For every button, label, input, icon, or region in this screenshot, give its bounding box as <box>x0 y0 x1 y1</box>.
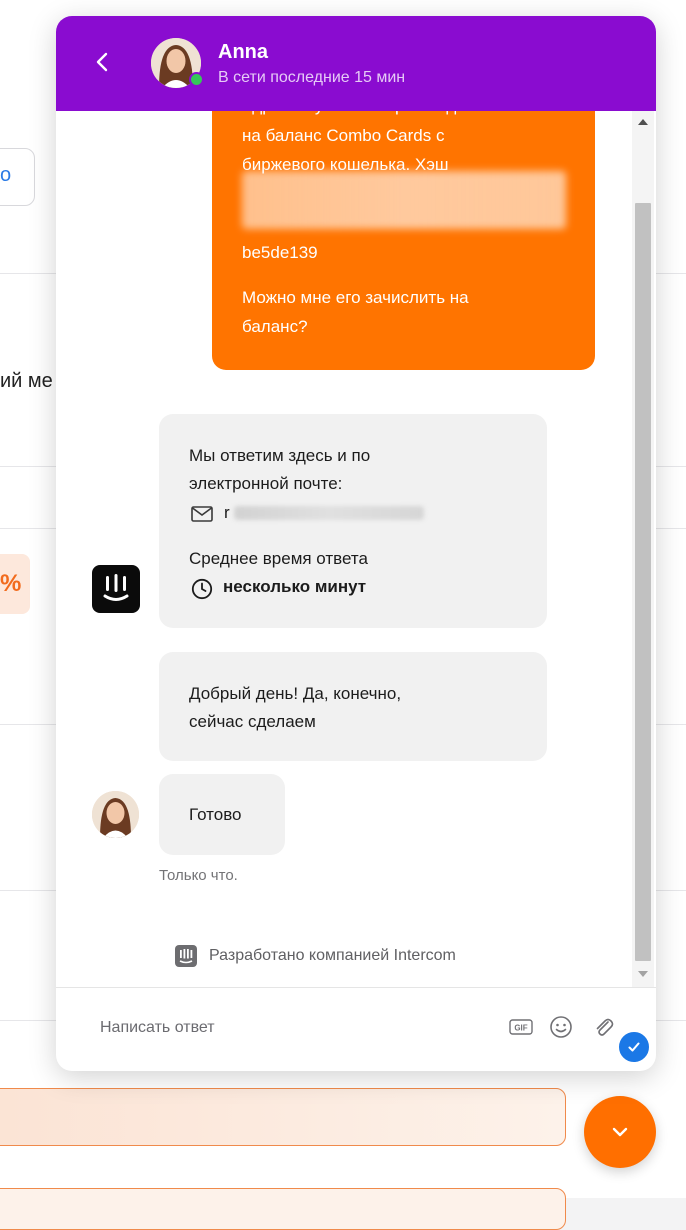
message-timestamp: Только что. <box>159 867 238 884</box>
scroll-down-arrow-icon[interactable] <box>638 971 648 977</box>
attach-button[interactable] <box>590 1014 616 1040</box>
agent-name: Anna <box>218 41 268 63</box>
message-text: Мы ответим здесь и по <box>189 446 371 465</box>
avg-response-label: Среднее время ответа <box>189 549 368 568</box>
message-text: баланс? <box>242 317 308 336</box>
agent-avatar <box>92 791 139 838</box>
background-percent-badge: % <box>0 554 30 614</box>
message-text: Готово <box>189 805 242 824</box>
bot-reply-card: Мы ответим здесь и по электронной почте:… <box>159 414 547 628</box>
message-text: сейчас сделаем <box>189 712 316 731</box>
agent-status: В сети последние 15 мин <box>218 69 406 86</box>
smiley-icon <box>550 1016 572 1038</box>
svg-text:GIF: GIF <box>514 1024 527 1033</box>
composer-divider <box>56 987 656 988</box>
chevron-down-icon <box>612 1127 628 1137</box>
background-orange-field <box>0 1088 566 1146</box>
emoji-button[interactable] <box>548 1014 574 1040</box>
message-text: be5de139 <box>242 243 318 262</box>
background-orange-field <box>0 1188 566 1230</box>
message-text: электронной почте: <box>189 474 343 493</box>
message-text: на баланс Combo Cards с <box>242 126 445 145</box>
reply-input[interactable] <box>98 1012 492 1044</box>
mail-icon <box>191 506 213 527</box>
check-icon <box>628 1042 640 1052</box>
redacted-hash <box>242 171 566 229</box>
online-status-dot <box>189 72 204 87</box>
messenger-launcher-button[interactable] <box>584 1096 656 1168</box>
scroll-up-arrow-icon[interactable] <box>638 119 648 125</box>
check-badge <box>617 1030 651 1064</box>
agent-message-bubble: Добрый день! Да, конечно, сейчас сделаем <box>159 652 547 761</box>
background-partial-text: ий ме <box>0 370 53 392</box>
email-prefix: r <box>224 503 230 522</box>
gif-button[interactable]: GIF <box>508 1014 534 1040</box>
clock-icon <box>191 578 213 605</box>
chat-header: Anna В сети последние 15 мин <box>56 16 656 111</box>
scrollbar-thumb[interactable] <box>635 203 651 961</box>
chevron-left-icon <box>96 52 108 72</box>
message-text: Добрый день! Да, конечно, <box>189 684 402 703</box>
avg-response-value: несколько минут <box>223 577 367 596</box>
gif-icon: GIF <box>509 1019 533 1035</box>
chat-widget: Здравствуйте. Я перевел деньги на баланс… <box>56 16 656 1071</box>
user-message-bubble: Здравствуйте. Я перевел деньги на баланс… <box>212 111 595 370</box>
message-text: Можно мне его зачислить на <box>242 288 469 307</box>
powered-by-text: Разработано компанией Intercom <box>209 947 456 964</box>
paperclip-icon <box>596 1018 614 1036</box>
intercom-bot-avatar <box>92 565 140 613</box>
percent-icon: % <box>0 570 22 597</box>
intercom-logo-icon <box>175 945 197 967</box>
scrollbar[interactable] <box>632 111 654 987</box>
agent-message-bubble: Готово <box>159 774 285 855</box>
powered-by-intercom-link[interactable]: Разработано компанией Intercom <box>175 945 456 967</box>
message-text: Здравствуйте. Я перевел деньги <box>242 111 500 120</box>
redacted-email <box>234 506 424 520</box>
conversation-scroll-area[interactable]: Здравствуйте. Я перевел деньги на баланс… <box>56 111 656 987</box>
back-button[interactable] <box>86 44 118 80</box>
background-box-char: о <box>0 164 12 186</box>
